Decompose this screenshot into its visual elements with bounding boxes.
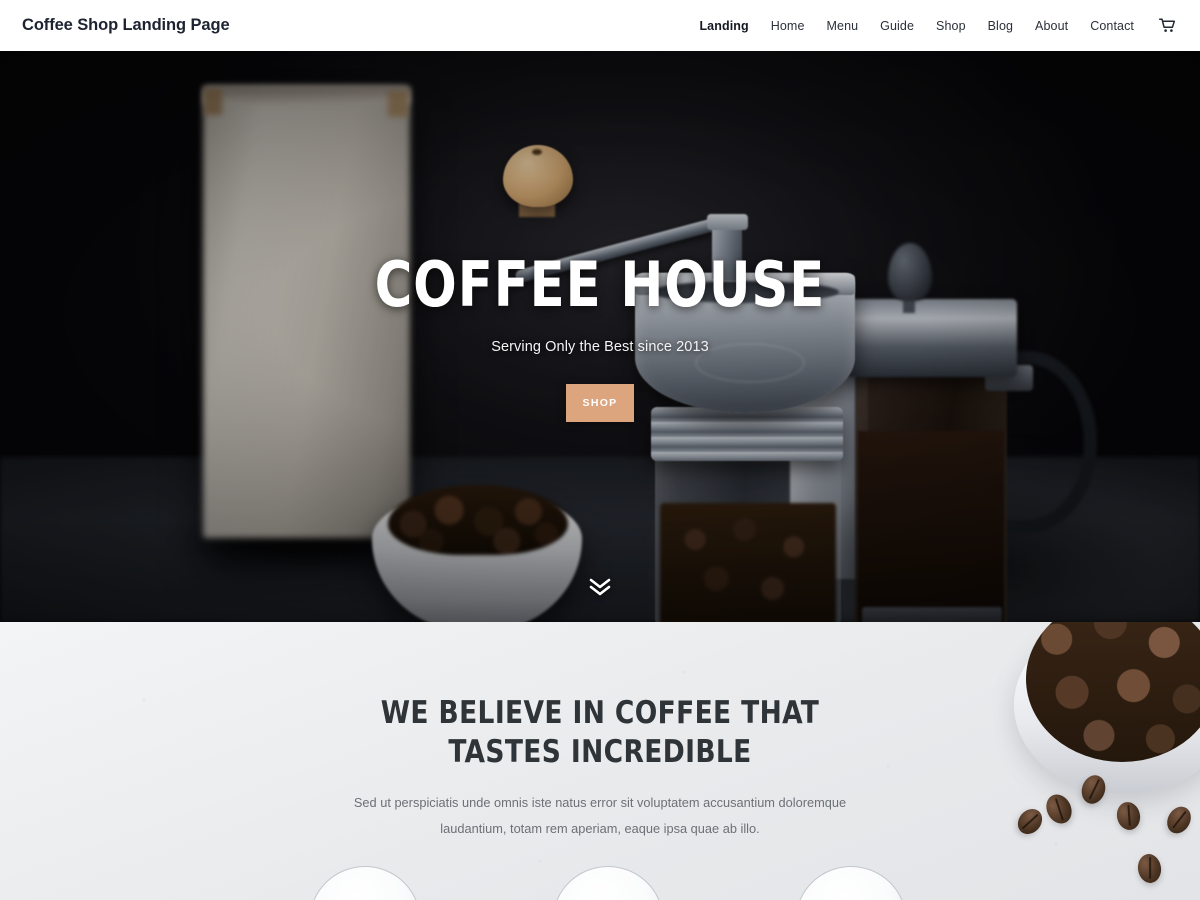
double-chevron-down-icon[interactable] (587, 576, 613, 603)
feature-title: WE BELIEVE IN COFFEE THAT TASTES INCREDI… (380, 695, 820, 770)
nav-item-about[interactable]: About (1035, 19, 1068, 33)
nav-item-blog[interactable]: Blog (988, 19, 1013, 33)
hero-shop-button[interactable]: SHOP (566, 384, 634, 422)
shopping-cart-icon[interactable] (1158, 17, 1176, 35)
nav-item-landing[interactable]: Landing (699, 19, 748, 33)
site-header: Coffee Shop Landing Page Landing Home Me… (0, 0, 1200, 51)
hero-content: COFFEE HOUSE Serving Only the Best since… (0, 51, 1200, 622)
site-brand[interactable]: Coffee Shop Landing Page (22, 16, 230, 35)
nav-item-contact[interactable]: Contact (1090, 19, 1134, 33)
feature-paragraph: Sed ut perspiciatis unde omnis iste natu… (353, 794, 847, 836)
nav-item-home[interactable]: Home (771, 19, 805, 33)
hero-subtitle: Serving Only the Best since 2013 (491, 339, 709, 355)
nav-item-shop[interactable]: Shop (936, 19, 966, 33)
main-navigation: Landing Home Menu Guide Shop Blog About … (699, 17, 1176, 35)
feature-copy: WE BELIEVE IN COFFEE THAT TASTES INCREDI… (0, 622, 1200, 842)
hero-title: COFFEE HOUSE (374, 248, 826, 321)
hero-section: COFFEE HOUSE Serving Only the Best since… (0, 51, 1200, 622)
nav-item-guide[interactable]: Guide (880, 19, 914, 33)
nav-item-menu[interactable]: Menu (827, 19, 859, 33)
feature-section: WE BELIEVE IN COFFEE THAT TASTES INCREDI… (0, 622, 1200, 900)
